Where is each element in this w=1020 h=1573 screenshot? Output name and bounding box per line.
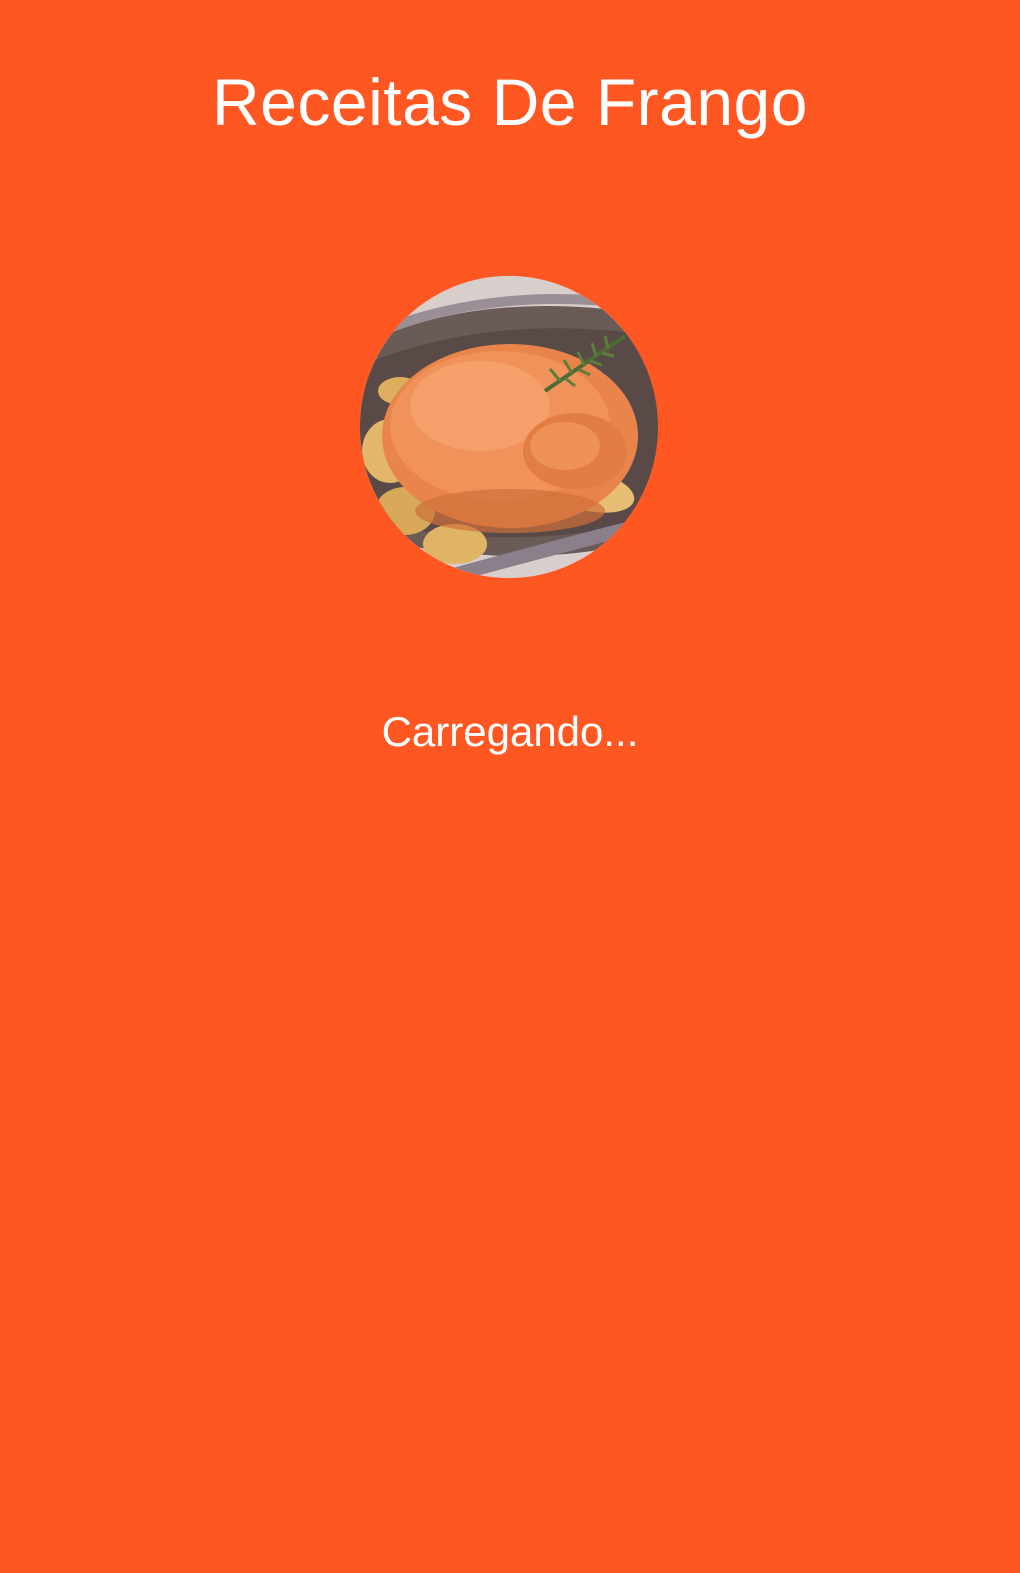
loading-text: Carregando... <box>381 708 639 755</box>
roast-chicken-image <box>360 276 658 578</box>
splash-screen: Receitas De Frango Carregando... <box>0 0 1020 1573</box>
app-title: Receitas De Frango <box>212 65 808 139</box>
